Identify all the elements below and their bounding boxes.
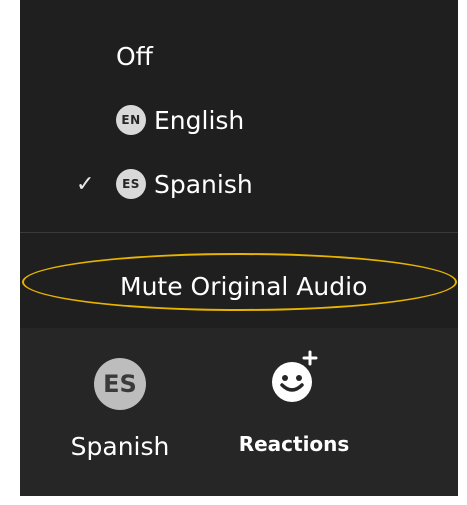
smiley-add-icon bbox=[272, 350, 318, 402]
mute-original-audio-label: Mute Original Audio bbox=[120, 271, 368, 301]
menu-item-label: Off bbox=[116, 41, 153, 71]
menu-item-off[interactable]: Off bbox=[116, 32, 153, 80]
menu-item-label: Spanish bbox=[154, 169, 253, 199]
reactions-button[interactable]: Reactions bbox=[226, 350, 362, 456]
menu-item-english[interactable]: EN English bbox=[116, 96, 244, 144]
menu-divider bbox=[20, 232, 458, 233]
checkmark-icon: ✓ bbox=[76, 171, 95, 197]
interpretation-button[interactable]: ES Spanish bbox=[60, 358, 180, 461]
reactions-label: Reactions bbox=[238, 432, 350, 456]
english-badge-icon: EN bbox=[116, 105, 146, 135]
menu-item-label: English bbox=[154, 105, 245, 135]
meeting-toolbar: ES Spanish Reactions bbox=[20, 328, 458, 496]
menu-item-spanish[interactable]: ✓ ES Spanish bbox=[76, 160, 253, 208]
interpretation-popup: Off EN English ✓ ES Spanish Mute Origina… bbox=[20, 0, 458, 496]
spanish-avatar-icon: ES bbox=[94, 358, 146, 410]
mute-original-audio-item[interactable]: Mute Original Audio bbox=[120, 264, 367, 308]
spanish-badge-icon: ES bbox=[116, 169, 146, 199]
interpretation-label: Spanish bbox=[70, 432, 170, 461]
language-menu: Off EN English ✓ ES Spanish Mute Origina… bbox=[20, 0, 458, 328]
